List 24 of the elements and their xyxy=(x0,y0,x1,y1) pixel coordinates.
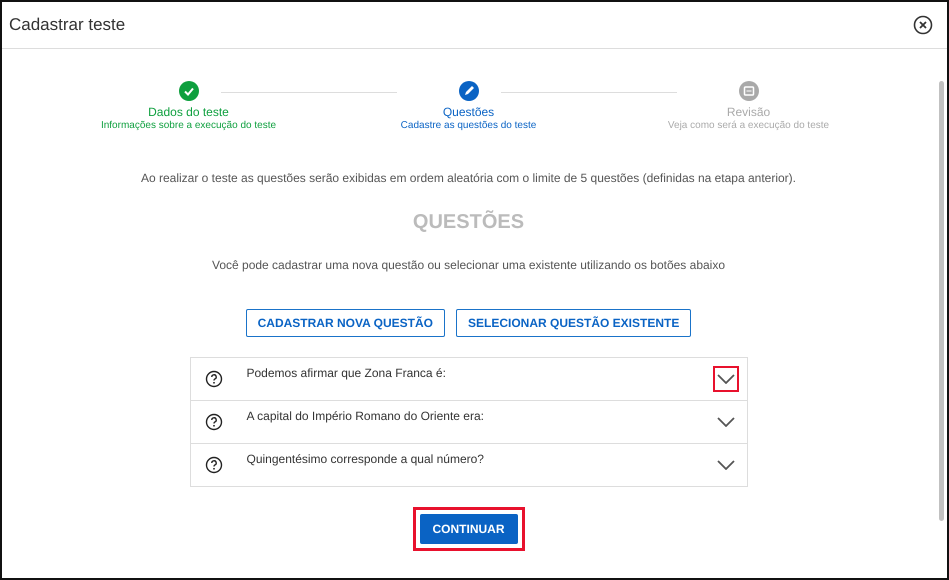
step-title: Dados do teste xyxy=(148,105,229,119)
question-text: A capital do Império Romano do Oriente era: xyxy=(246,409,485,423)
info-text: Ao realizar o teste as questões serão exibidas em ordem aleatória com o limite de 5 questões (definidas na etapa anterior). xyxy=(140,171,796,185)
chevron-icon xyxy=(716,374,734,384)
question-icon xyxy=(204,370,222,388)
hint-text: Você pode cadastrar uma nova questão ou selecionar uma existente utilizando os botões abaixo xyxy=(212,258,725,272)
section-heading: QUESTÕES xyxy=(412,211,524,234)
expand-toggle[interactable] xyxy=(712,366,738,392)
outline-button[interactable]: CADASTRAR NOVA QUESTÃO xyxy=(246,309,445,337)
continue-button[interactable]: CONTINUAR xyxy=(420,514,518,544)
step-subtitle: Veja como será a execução do teste xyxy=(668,120,830,131)
chevron-icon xyxy=(716,417,734,427)
outline-button[interactable]: SELECIONAR QUESTÃO EXISTENTE xyxy=(456,309,692,337)
step-subtitle: Cadastre as questões do teste xyxy=(400,120,536,131)
step-title: Revisão xyxy=(726,105,770,119)
question-icon xyxy=(204,456,222,474)
step-subtitle: Informações sobre a execução do teste xyxy=(100,120,276,131)
question-text: Quingentésimo corresponde a qual número? xyxy=(246,452,485,466)
close-icon[interactable] xyxy=(913,15,933,35)
question-text: Podemos afirmar que Zona Franca é: xyxy=(246,366,447,380)
chevron-icon xyxy=(716,460,734,470)
step-title: Questões xyxy=(442,105,494,119)
window-title: Cadastrar teste xyxy=(9,15,126,35)
question-icon xyxy=(204,413,222,431)
